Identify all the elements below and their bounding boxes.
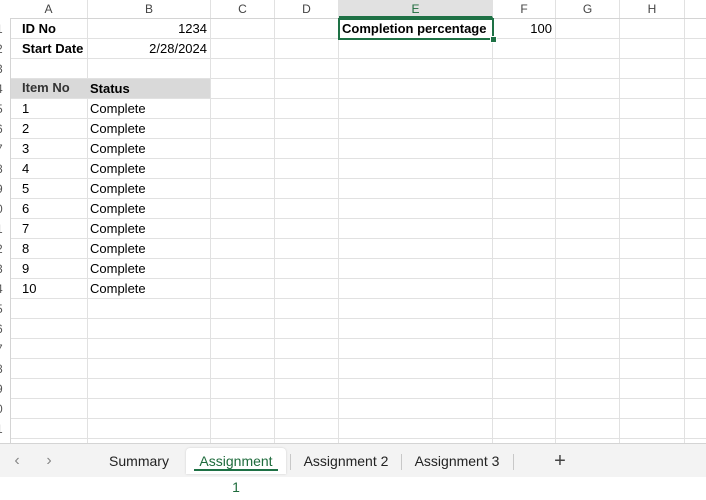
status-cell[interactable]: Complete (90, 199, 146, 219)
grid-line (274, 19, 275, 443)
start-date-label: Start Date (22, 41, 84, 56)
column-header-a[interactable]: A (10, 0, 88, 18)
column-header-f[interactable]: F (493, 0, 556, 18)
chevron-right-icon[interactable]: › (41, 452, 57, 470)
row-number[interactable]: 1 (0, 19, 6, 39)
column-header-d[interactable]: D (275, 0, 339, 18)
grid-line (10, 418, 706, 419)
tab-assignment-1-label: Assignment 1 (199, 453, 273, 495)
status-cell[interactable]: Complete (90, 219, 146, 239)
item-no-header[interactable]: Item No (22, 78, 70, 98)
status-cell[interactable]: Complete (90, 239, 146, 259)
grid-line (338, 19, 339, 443)
row-number[interactable]: 6 (0, 119, 6, 139)
tab-assignment-3[interactable]: Assignment 3 (406, 448, 508, 474)
status-cell[interactable]: Complete (90, 119, 146, 139)
column-header-b[interactable]: B (88, 0, 211, 18)
column-header-h[interactable]: H (620, 0, 685, 18)
item-no-cell[interactable]: 5 (22, 179, 29, 199)
tab-separator (290, 454, 291, 470)
status-cell[interactable]: Complete (90, 139, 146, 159)
column-header-c[interactable]: C (211, 0, 275, 18)
row-number[interactable]: 8 (0, 159, 6, 179)
item-no-cell[interactable]: 3 (22, 139, 29, 159)
item-no-cell[interactable]: 8 (22, 239, 29, 259)
status-cell[interactable]: Complete (90, 259, 146, 279)
item-no-cell[interactable]: 7 (22, 219, 29, 239)
row-number[interactable]: 2 (0, 239, 6, 259)
item-no-cell[interactable]: 4 (22, 159, 29, 179)
row-number[interactable]: 2 (0, 39, 6, 59)
row-number[interactable]: 1 (0, 419, 6, 439)
item-no-cell[interactable]: 1 (22, 99, 29, 119)
column-header-row: A B C D E F G H (0, 0, 706, 19)
grid-line (684, 19, 685, 443)
grid-line (619, 19, 620, 443)
row-number[interactable]: 7 (0, 139, 6, 159)
row-number[interactable]: 5 (0, 99, 6, 119)
id-label: ID No (22, 21, 56, 36)
tab-summary[interactable]: Summary (101, 448, 177, 474)
tab-separator (513, 454, 514, 470)
item-no-cell[interactable]: 10 (22, 279, 36, 299)
row-number[interactable]: 9 (0, 379, 6, 399)
grid-line (210, 19, 211, 443)
item-no-cell[interactable]: 9 (22, 259, 29, 279)
row-number[interactable]: 3 (0, 259, 6, 279)
row-number[interactable]: 6 (0, 319, 6, 339)
status-header[interactable]: Status (90, 79, 130, 99)
row-number[interactable]: 3 (0, 59, 6, 79)
grid-line (10, 438, 706, 439)
row-number[interactable]: 4 (0, 79, 6, 99)
tab-assignment-1[interactable]: Assignment 1 (186, 448, 286, 495)
add-sheet-icon[interactable]: + (549, 448, 571, 474)
status-cell[interactable]: Complete (90, 279, 146, 299)
grid-line (10, 378, 706, 379)
row-number[interactable]: 1 (0, 219, 6, 239)
completion-label[interactable]: Completion percentage (342, 19, 486, 39)
row-number[interactable]: 0 (0, 399, 6, 419)
row-number[interactable]: 4 (0, 279, 6, 299)
grid-line (10, 318, 706, 319)
column-header-g[interactable]: G (556, 0, 620, 18)
grid-line (10, 338, 706, 339)
grid-line (10, 398, 706, 399)
status-cell[interactable]: Complete (90, 179, 146, 199)
item-no-cell[interactable]: 6 (22, 199, 29, 219)
status-cell[interactable]: Complete (90, 159, 146, 179)
status-cell[interactable]: Complete (90, 99, 146, 119)
row-number[interactable]: 7 (0, 339, 6, 359)
id-value[interactable]: 1234 (88, 19, 210, 39)
chevron-left-icon[interactable]: ‹ (9, 452, 25, 470)
column-header-e[interactable]: E (339, 0, 493, 18)
grid-line (492, 19, 493, 443)
start-date-value[interactable]: 2/28/2024 (88, 39, 210, 59)
spreadsheet-grid[interactable]: A B C D E F G H 123456789012345678901 ID… (0, 0, 706, 443)
active-tab-underline (194, 469, 278, 471)
row-number[interactable]: 0 (0, 199, 6, 219)
row-number[interactable]: 9 (0, 179, 6, 199)
completion-value[interactable]: 100 (493, 19, 555, 39)
row-number[interactable]: 8 (0, 359, 6, 379)
item-no-cell[interactable]: 2 (22, 119, 29, 139)
tab-separator (401, 454, 402, 470)
row-number[interactable]: 5 (0, 299, 6, 319)
grid-line (555, 19, 556, 443)
grid-line (10, 358, 706, 359)
sheet-tab-bar: ‹ › Summary Assignment 1 Assignment 2 As… (0, 443, 706, 495)
tab-assignment-2[interactable]: Assignment 2 (295, 448, 397, 474)
